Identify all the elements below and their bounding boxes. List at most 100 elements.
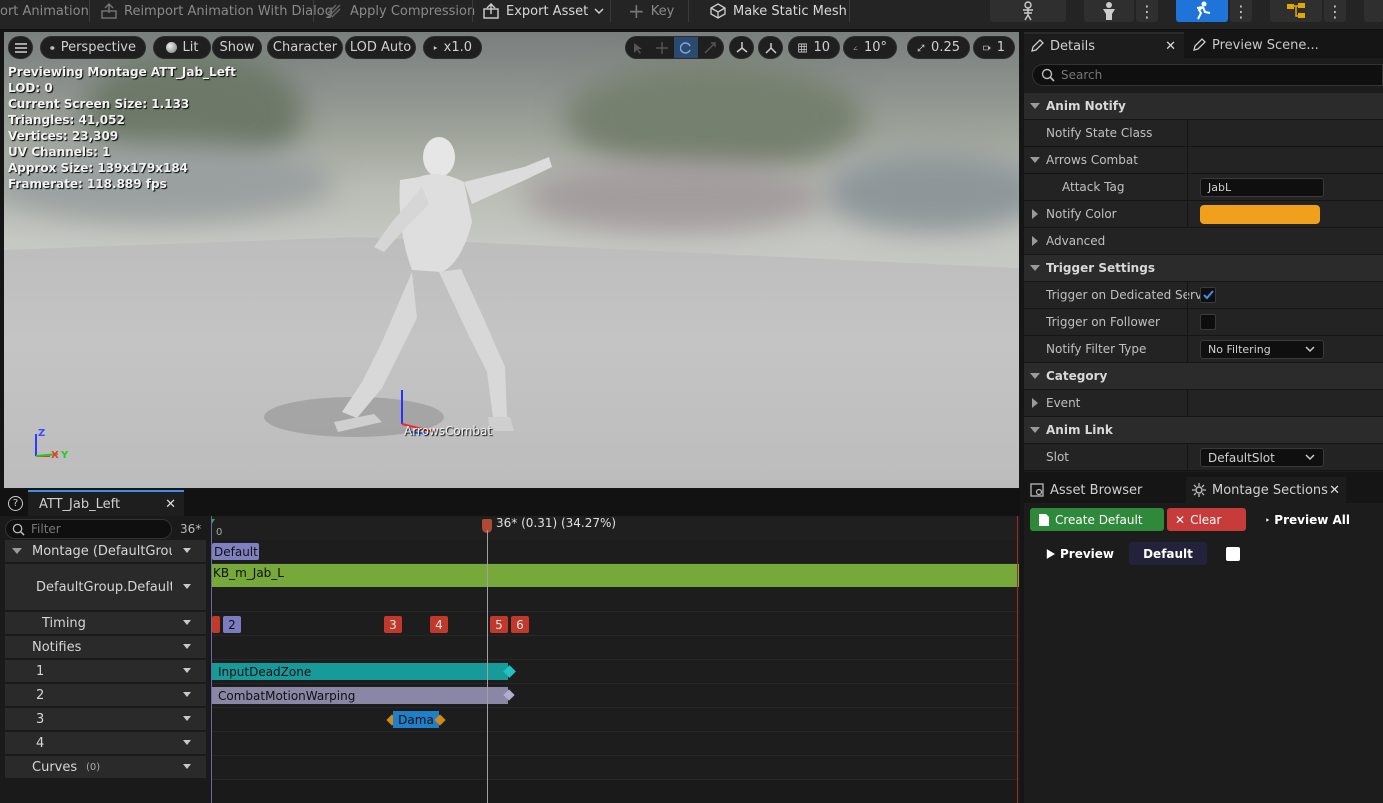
tab-att-jab-left[interactable]: ATT_Jab_Left ✕: [28, 490, 184, 516]
tab-details[interactable]: Details ✕: [1024, 32, 1184, 58]
perspective-button[interactable]: Perspective: [40, 36, 146, 59]
dropdown-arrow-icon[interactable]: [183, 668, 191, 673]
make-static-mesh-button[interactable]: Make Static Mesh: [709, 0, 847, 22]
grid-snap-button[interactable]: 10: [788, 36, 840, 59]
dropdown-arrow-icon[interactable]: [183, 716, 191, 721]
tab-montage-sections[interactable]: Montage Sections ✕: [1186, 477, 1346, 503]
section-checkbox[interactable]: [1226, 547, 1240, 561]
row-event[interactable]: Event: [1024, 390, 1383, 417]
timing-marker-1[interactable]: [212, 616, 220, 633]
local-space-button[interactable]: [729, 36, 754, 59]
dropdown-arrow-icon[interactable]: [183, 548, 191, 553]
category-anim-notify[interactable]: Anim Notify: [1024, 93, 1383, 120]
rotation-snap-button[interactable]: 10°: [843, 36, 897, 59]
blueprint-options-button[interactable]: ⋮: [1324, 0, 1346, 22]
preview-button[interactable]: Preview: [1038, 542, 1122, 565]
attack-tag-input[interactable]: JabL: [1200, 177, 1324, 197]
notify-filter-dropdown[interactable]: No Filtering: [1200, 340, 1324, 359]
character-button[interactable]: Character: [267, 36, 343, 59]
timing-marker-6[interactable]: 6: [511, 616, 529, 633]
overflow-button[interactable]: [1364, 0, 1383, 22]
show-button[interactable]: Show: [212, 36, 262, 59]
timeline-filter-field[interactable]: Filter: [5, 519, 172, 539]
preview-all-button[interactable]: Preview All: [1258, 508, 1358, 531]
animation-options-button[interactable]: ⋮: [1230, 0, 1252, 22]
row-notifies[interactable]: Notifies: [5, 636, 206, 658]
import-animation-button[interactable]: ort Animation: [0, 0, 89, 22]
lit-button[interactable]: Lit: [153, 36, 211, 59]
lod-button[interactable]: LOD Auto: [345, 36, 416, 59]
close-icon[interactable]: ✕: [165, 497, 176, 512]
dropdown-arrow-icon[interactable]: [183, 764, 191, 769]
animation-mode-button[interactable]: [1176, 0, 1228, 22]
perspective-label: Perspective: [60, 40, 136, 55]
asset-browser-icon: [1030, 483, 1044, 497]
details-search-field[interactable]: Search: [1032, 64, 1383, 86]
row-advanced[interactable]: Advanced: [1024, 228, 1383, 255]
dropdown-arrow-icon[interactable]: [183, 692, 191, 697]
scale-snap-button[interactable]: 0.25: [907, 36, 970, 59]
row-default-slot[interactable]: DefaultGroup.DefaultSlo: [5, 564, 206, 610]
preview-all-label: Preview All: [1274, 512, 1350, 527]
timing-marker-2[interactable]: 2: [223, 616, 241, 633]
create-default-button[interactable]: Create Default: [1030, 508, 1164, 531]
category-trigger-settings[interactable]: Trigger Settings: [1024, 255, 1383, 282]
notifies-label: Notifies: [32, 639, 82, 655]
tab-preview-scene[interactable]: Preview Scene...: [1186, 32, 1383, 58]
blueprint-mode-button[interactable]: [1270, 0, 1322, 22]
collapse-arrow-icon: [1030, 427, 1040, 433]
slot-dropdown[interactable]: DefaultSlot: [1200, 448, 1324, 467]
clear-button[interactable]: ✕ Clear: [1167, 508, 1246, 531]
viewport-menu-button[interactable]: [8, 36, 33, 59]
play-rate-button[interactable]: x1.0: [423, 36, 482, 59]
add-key-button[interactable]: + Key: [628, 0, 674, 22]
row-notify-track-4[interactable]: 4: [5, 732, 206, 754]
category-category[interactable]: Category: [1024, 363, 1383, 390]
surface-snap-button[interactable]: [758, 36, 783, 59]
tab-asset-browser[interactable]: Asset Browser: [1024, 477, 1182, 503]
anim-segment[interactable]: KB_m_Jab_L: [211, 564, 1019, 587]
info-montage: Previewing Montage ATT_Jab_Left: [8, 65, 236, 79]
close-icon[interactable]: ✕: [1165, 39, 1176, 54]
reimport-button[interactable]: Reimport Animation With Dialog: [100, 0, 333, 22]
row-timing[interactable]: Timing: [5, 612, 206, 634]
notify-input-dead-zone[interactable]: InputDeadZone: [212, 663, 508, 680]
help-icon[interactable]: ?: [8, 496, 23, 511]
montage-tab-bar: Asset Browser Montage Sections ✕: [1024, 477, 1383, 503]
translate-mode-icon[interactable]: [650, 37, 674, 58]
section-default-marker[interactable]: Default: [212, 543, 259, 560]
row-notify-track-1[interactable]: 1: [5, 660, 206, 682]
scale-mode-icon[interactable]: [698, 37, 722, 58]
dropdown-arrow-icon[interactable]: [183, 620, 191, 625]
row-montage-group[interactable]: Montage (DefaultGroup): [5, 540, 206, 562]
timing-marker-5[interactable]: 5: [490, 616, 508, 633]
select-mode-icon[interactable]: [626, 37, 650, 58]
export-asset-button[interactable]: Export Asset: [482, 0, 604, 22]
timing-marker-4[interactable]: 4: [430, 616, 448, 633]
dropdown-arrow-icon[interactable]: [183, 740, 191, 745]
category-anim-link[interactable]: Anim Link: [1024, 417, 1383, 444]
row-notify-color[interactable]: Notify Color: [1024, 201, 1383, 228]
rotate-mode-icon[interactable]: [674, 37, 698, 58]
trigger-follower-checkbox[interactable]: [1200, 314, 1216, 330]
trigger-dedicated-checkbox[interactable]: [1200, 287, 1216, 303]
apply-compression-button[interactable]: Apply Compression: [326, 0, 475, 22]
mesh-options-button[interactable]: ⋮: [1136, 0, 1158, 22]
row-arrows-combat[interactable]: Arrows Combat: [1024, 147, 1383, 174]
row-notify-track-3[interactable]: 3: [5, 708, 206, 730]
timing-marker-3[interactable]: 3: [384, 616, 402, 633]
camera-speed-button[interactable]: 1: [973, 36, 1015, 59]
close-icon[interactable]: ✕: [1329, 483, 1340, 498]
notify-damage[interactable]: Dama: [393, 711, 439, 728]
dropdown-arrow-icon[interactable]: [183, 584, 191, 589]
preview-viewport[interactable]: ArrowsCombat Z X Y Previewing Montage AT…: [4, 32, 1019, 488]
notify-color-swatch[interactable]: [1200, 205, 1320, 224]
skeleton-mode-button[interactable]: [990, 0, 1066, 22]
mesh-mode-button[interactable]: [1084, 0, 1134, 22]
row-curves[interactable]: Curves (0): [5, 756, 206, 778]
details-tab-bar: Details ✕ Preview Scene...: [1024, 32, 1383, 58]
row-notify-track-2[interactable]: 2: [5, 684, 206, 706]
notify-combat-motion-warping[interactable]: CombatMotionWarping: [212, 687, 508, 704]
dropdown-arrow-icon[interactable]: [183, 644, 191, 649]
default-section-button[interactable]: Default: [1129, 542, 1207, 565]
